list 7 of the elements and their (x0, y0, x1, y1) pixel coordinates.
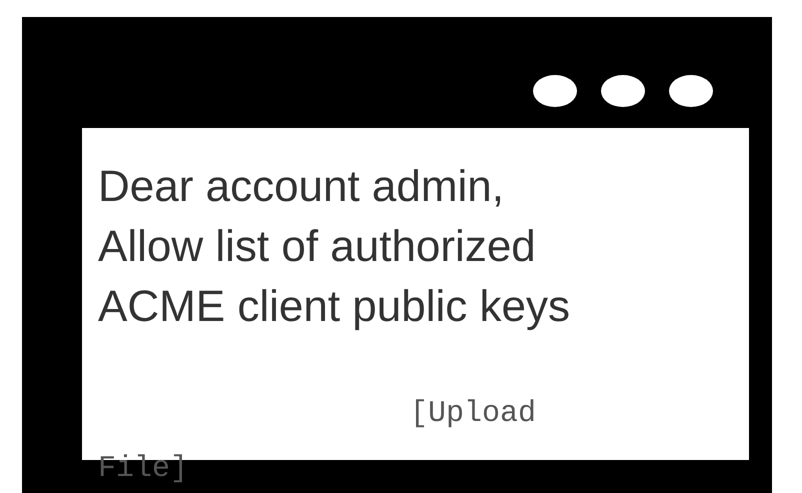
message-line: Allow list of authorized (98, 221, 537, 273)
message-line: Dear account admin, (98, 161, 505, 213)
message-line: ACME client public keys (98, 281, 571, 333)
dot-icon (601, 75, 645, 107)
dot-icon (669, 75, 713, 107)
dot-icon (533, 75, 577, 107)
upload-link[interactable]: [Upload File] (98, 387, 548, 493)
